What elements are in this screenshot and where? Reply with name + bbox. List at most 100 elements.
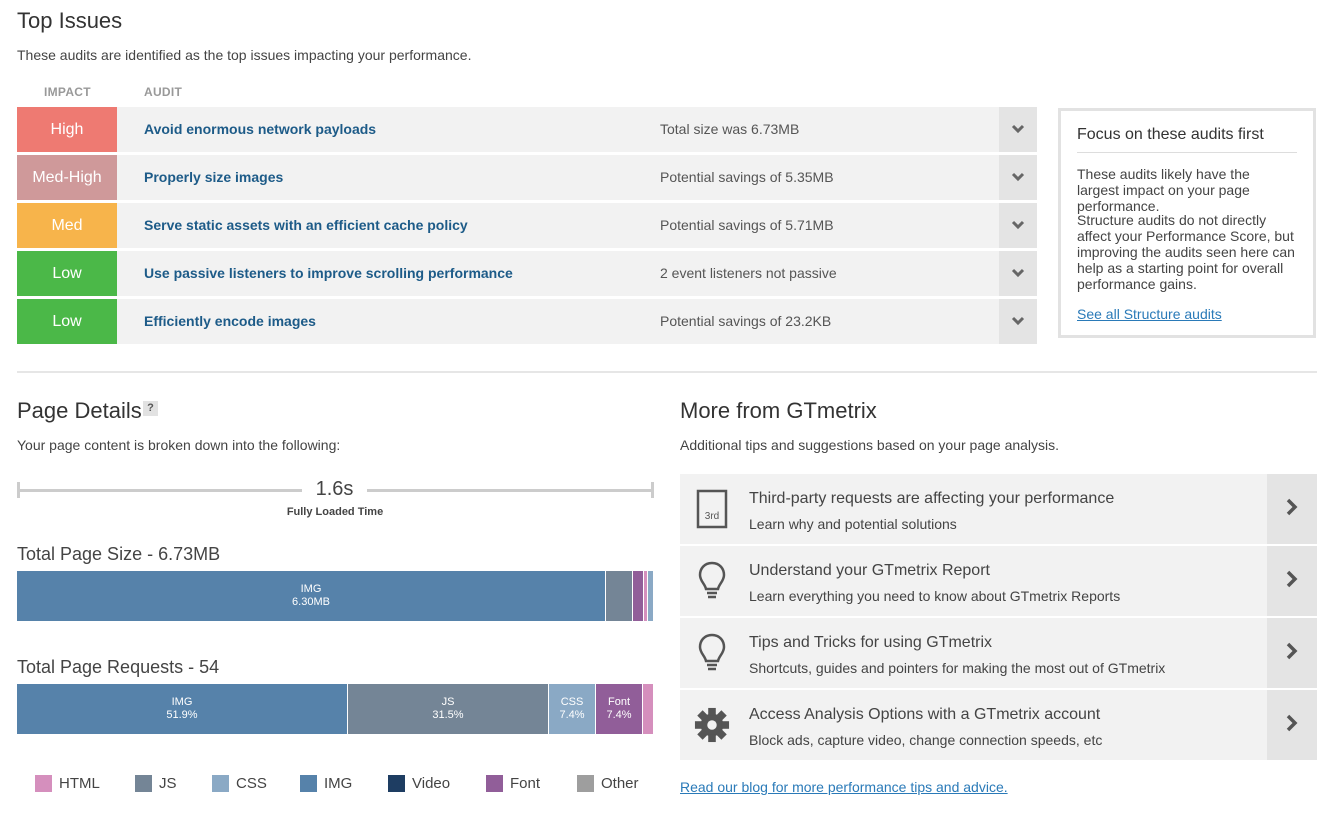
bar-segment-label: JS [441,696,455,708]
top-issues-subtitle: These audits are identified as the top i… [17,47,472,63]
impact-badge: High [17,107,117,152]
legend-swatch [35,775,52,792]
blog-link[interactable]: Read our blog for more performance tips … [680,779,1008,795]
bar-segment-css: CSS 7.4% [549,684,596,734]
legend-label: Other [601,775,639,792]
fully-loaded-label: Fully Loaded Time [286,506,384,518]
chevron-right-icon [1286,498,1298,521]
impact-badge: Low [17,251,117,296]
legend-item-other: Other [577,775,639,792]
legend-swatch [388,775,405,792]
issue-row[interactable]: Med Serve static assets with an efficient… [17,203,1037,248]
more-item-description: Block ads, capture video, change connect… [749,732,1103,748]
legend-item-video: Video [388,775,450,792]
page-size-bar: IMG 6.30MB [17,571,654,621]
bar-segment-value: 7.4% [606,709,632,721]
more-item-title[interactable]: Access Analysis Options with a GTmetrix … [749,706,1100,724]
legend-swatch [486,775,503,792]
more-item-arrow[interactable] [1267,618,1317,688]
legend-swatch [300,775,317,792]
bar-segment-label: Font [607,696,630,708]
audit-name[interactable]: Efficiently encode images [144,299,316,344]
bar-segment-font [633,571,644,621]
legend-item-font: Font [486,775,540,792]
more-item[interactable]: Tips and Tricks for using GTmetrix Shortc… [680,618,1317,688]
page-details-title: Page Details [17,398,142,423]
chevron-down-icon [1011,313,1025,331]
expand-toggle[interactable] [999,155,1037,200]
bar-segment-html [643,684,654,734]
audit-name[interactable]: Properly size images [144,155,283,200]
impact-badge: Med-High [17,155,117,200]
bar-segment-value: 6.30MB [292,596,330,608]
chevron-right-icon [1286,570,1298,593]
more-item[interactable]: Access Analysis Options with a GTmetrix … [680,690,1317,760]
see-all-structure-audits-link[interactable]: See all Structure audits [1077,306,1222,322]
bar-segment-font: Font 7.4% [596,684,643,734]
chevron-down-icon [1011,217,1025,235]
audit-name[interactable]: Serve static assets with an efficient ca… [144,203,468,248]
audit-name[interactable]: Avoid enormous network payloads [144,107,376,152]
issue-row[interactable]: Low Use passive listeners to improve scro… [17,251,1037,296]
legend-swatch [135,775,152,792]
bar-segment-value: 7.4% [559,709,585,721]
focus-box-text-2: Structure audits do not directly affect … [1077,212,1295,292]
legend-item-js: JS [135,775,177,792]
audit-detail: Total size was 6.73MB [660,121,800,137]
page-details-help-icon[interactable]: ? [143,401,158,416]
more-item-title[interactable]: Understand your GTmetrix Report [749,562,990,580]
impact-column-header: IMPACT [44,85,91,99]
lightbulb-icon [694,559,730,603]
gear-icon [694,703,730,747]
more-item[interactable]: Understand your GTmetrix Report Learn eve… [680,546,1317,616]
issue-row[interactable]: Med-High Properly size images Potential sa… [17,155,1037,200]
legend-item-html: HTML [35,775,100,792]
more-title: More from GTmetrix [680,398,877,423]
third-party-icon: 3rd [694,487,730,531]
more-item[interactable]: 3rd Third-party requests are affecting yo… [680,474,1317,544]
impact-badge: Med [17,203,117,248]
expand-toggle[interactable] [999,299,1037,344]
more-subtitle: Additional tips and suggestions based on… [680,437,1060,453]
legend-label: IMG [324,775,353,792]
legend-label: Font [510,775,541,792]
issue-row[interactable]: High Avoid enormous network payloads Total… [17,107,1037,152]
focus-box: Focus on these audits first These audits… [1058,108,1316,338]
lightbulb-icon [694,631,730,675]
more-item-arrow[interactable] [1267,474,1317,544]
more-item-description: Learn everything you need to know about … [749,588,1121,604]
chevron-down-icon [1011,121,1025,139]
focus-box-text-1: These audits likely have the largest imp… [1077,166,1250,214]
expand-toggle[interactable] [999,107,1037,152]
audit-detail: Potential savings of 5.35MB [660,169,834,185]
more-item-arrow[interactable] [1267,546,1317,616]
more-item-arrow[interactable] [1267,690,1317,760]
bar-segment-js: JS 31.5% [348,684,549,734]
chevron-down-icon [1011,169,1025,187]
expand-toggle[interactable] [999,203,1037,248]
chevron-down-icon [1011,265,1025,283]
top-issues-title: Top Issues [17,8,123,33]
legend-item-img: IMG [300,775,352,792]
impact-badge: Low [17,299,117,344]
audit-detail: 2 event listeners not passive [660,265,837,281]
timeline-line-left [17,489,302,492]
expand-toggle[interactable] [999,251,1037,296]
bar-segment-value: 51.9% [166,709,198,721]
more-item-description: Learn why and potential solutions [749,516,957,532]
audit-detail: Potential savings of 5.71MB [660,217,834,233]
more-item-title[interactable]: Tips and Tricks for using GTmetrix [749,634,992,652]
audit-name[interactable]: Use passive listeners to improve scrolli… [144,251,513,296]
fully-loaded-time: 1.6s [315,478,354,500]
more-item-title[interactable]: Third-party requests are affecting your … [749,490,1114,508]
audit-detail: Potential savings of 23.2KB [660,313,832,329]
legend-swatch [212,775,229,792]
issue-row[interactable]: Low Efficiently encode images Potential sa… [17,299,1037,344]
bar-segment-value: 31.5% [432,709,464,721]
more-item-description: Shortcuts, guides and pointers for makin… [749,660,1166,676]
third-party-icon-label: 3rd [704,511,720,522]
chevron-right-icon [1286,642,1298,665]
legend-swatch [577,775,594,792]
legend-item-css: CSS [212,775,267,792]
bar-segment-css [648,571,654,621]
